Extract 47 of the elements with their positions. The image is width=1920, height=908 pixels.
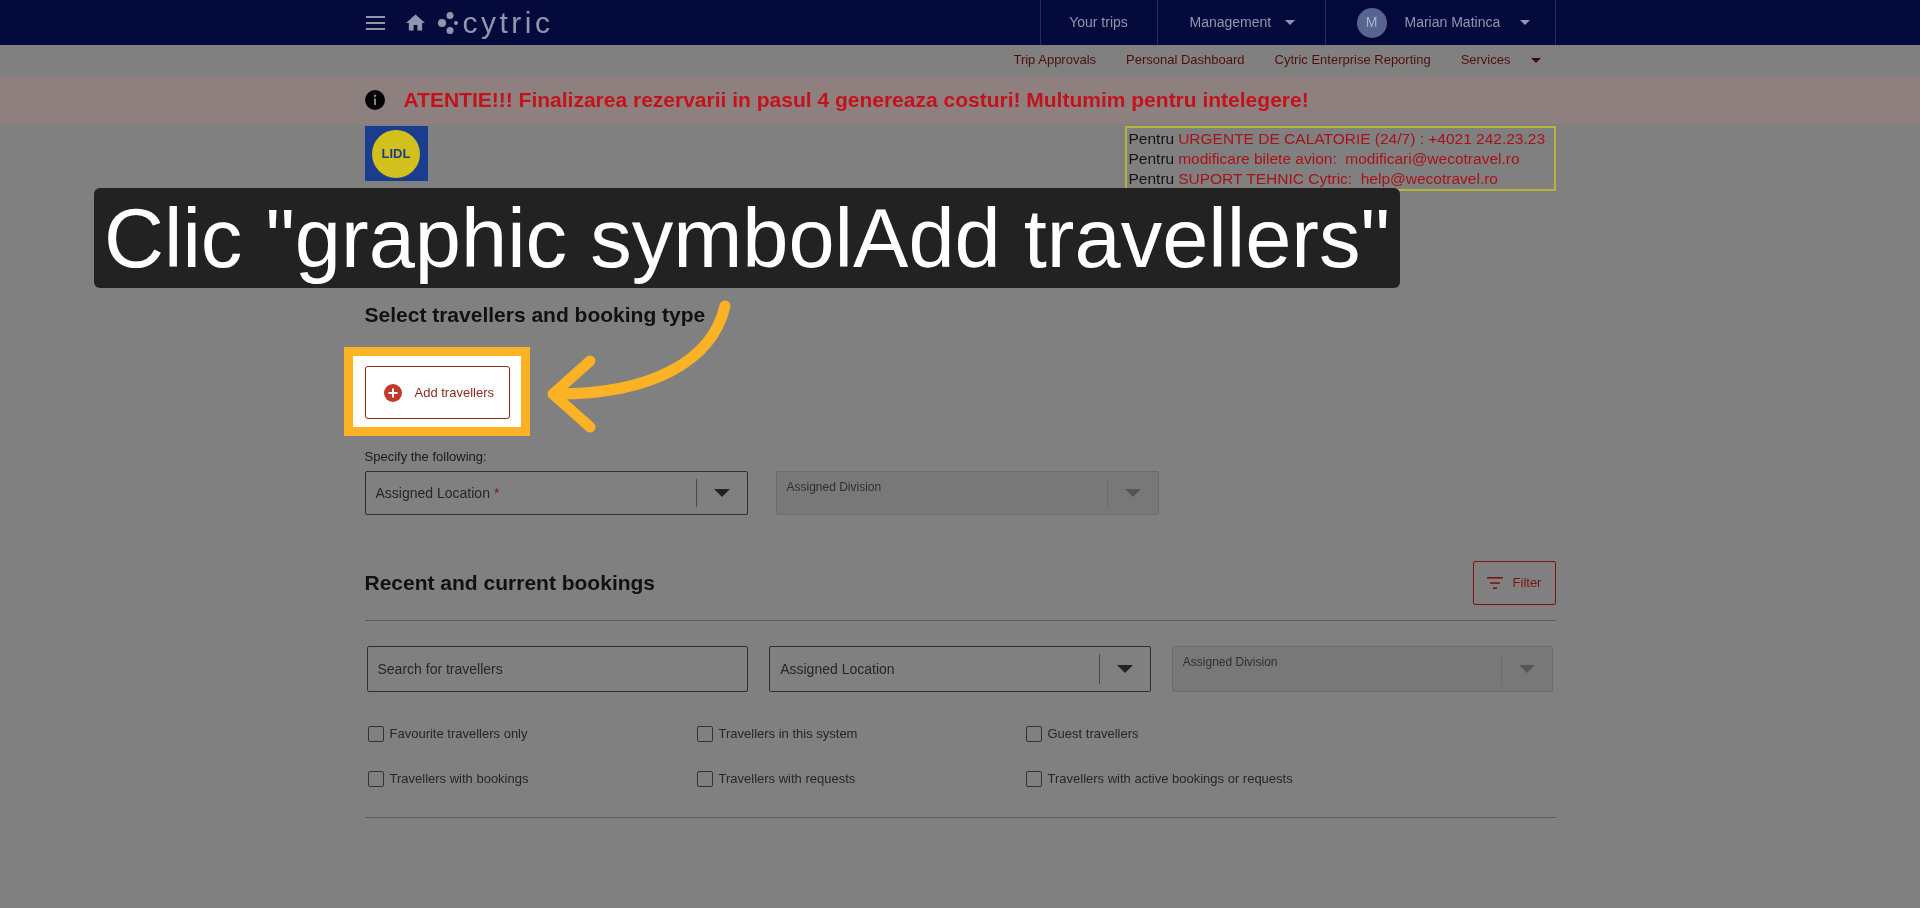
user-menu-button[interactable]: Marian Matinca xyxy=(1404,12,1501,33)
caret-icon xyxy=(1124,489,1141,497)
nav-menu-button[interactable]: Management xyxy=(1156,0,1325,45)
caret-icon xyxy=(1520,20,1531,25)
caret-icon xyxy=(1519,665,1536,673)
info-icon xyxy=(364,89,385,110)
checkbox[interactable] xyxy=(1025,726,1042,742)
logo-text: LIDL xyxy=(381,147,411,160)
nav-link[interactable]: Your trips xyxy=(1039,0,1157,45)
checkbox[interactable] xyxy=(367,726,384,742)
dropdown-field[interactable]: Assigned Location xyxy=(769,646,1151,692)
contact-line: Pentru SUPORT TEHNIC Cytric: help@wecotravel.ro xyxy=(1128,169,1498,189)
checkbox-label[interactable]: Travellers with requests xyxy=(718,769,856,789)
checkbox-label[interactable]: Travellers in this system xyxy=(718,724,858,744)
notice-text: ATENTIE!!! Finalizarea rezervarii in pasul 4 genereaza costuri! Multumim pentru intelegere! xyxy=(403,86,1309,113)
dropdown-field[interactable]: Assigned Location * xyxy=(364,471,748,515)
subnav-link[interactable]: Trip Approvals xyxy=(1013,50,1097,70)
checkbox[interactable] xyxy=(367,771,384,787)
caret-icon xyxy=(713,489,730,497)
caret-icon xyxy=(1116,665,1133,673)
field-label: Specify the following: xyxy=(364,448,487,466)
contact-line: Pentru modificare bilete avion: modificari@wecotravel.ro xyxy=(1128,149,1520,169)
subnav-link[interactable]: Cytric Enterprise Reporting xyxy=(1274,50,1431,70)
dots-logo-icon xyxy=(437,11,458,34)
caret-icon xyxy=(1530,57,1541,63)
plus-circle-icon xyxy=(383,383,402,402)
caret-icon xyxy=(1285,20,1296,25)
section-heading: Select travellers and booking type xyxy=(364,302,706,328)
contact-line: Pentru URGENTE DE CALATORIE (24/7) : +4021 242.23.23 xyxy=(1128,129,1546,149)
checkbox-label[interactable]: Travellers with active bookings or requests xyxy=(1047,769,1293,789)
subnav-link[interactable]: Personal Dashboard xyxy=(1126,50,1245,70)
filter-button[interactable]: Filter xyxy=(1472,561,1556,605)
filter-icon xyxy=(1486,577,1503,589)
section-heading: Recent and current bookings xyxy=(364,570,656,597)
logo-text: cytric xyxy=(462,7,554,38)
checkbox-label[interactable]: Travellers with bookings xyxy=(389,769,529,789)
checkbox[interactable] xyxy=(696,771,713,787)
search-field[interactable]: Search for travellers xyxy=(366,646,749,692)
user-avatar[interactable]: M xyxy=(1356,7,1387,38)
subnav-menu-button[interactable]: Services xyxy=(1460,50,1541,70)
checkbox[interactable] xyxy=(696,726,713,742)
checkbox-label[interactable]: Guest travellers xyxy=(1047,724,1139,744)
checkbox-label[interactable]: Favourite travellers only xyxy=(389,724,528,744)
home-icon[interactable] xyxy=(405,14,425,31)
menu-icon[interactable] xyxy=(365,15,385,30)
add-travellers-button[interactable]: Add travellers xyxy=(364,366,510,419)
checkbox[interactable] xyxy=(1025,771,1042,787)
